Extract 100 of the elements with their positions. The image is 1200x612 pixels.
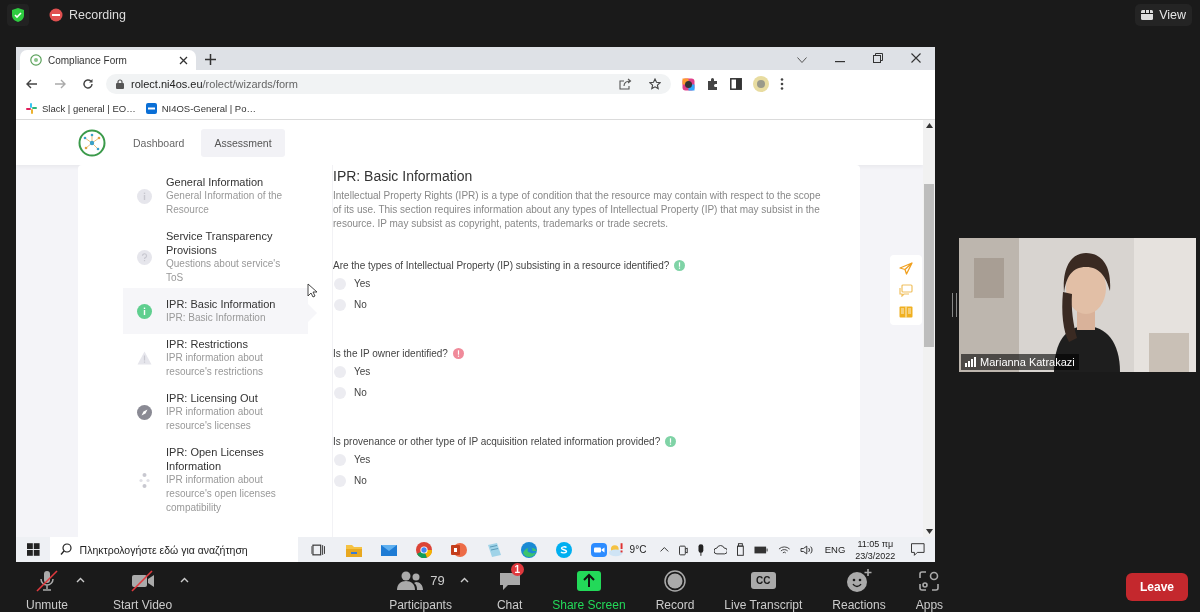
logo-icon[interactable] [78, 128, 106, 157]
info-icon [137, 188, 152, 204]
lock-icon [116, 79, 124, 89]
leave-button[interactable]: Leave [1125, 573, 1188, 601]
scroll-down-icon[interactable] [925, 529, 933, 534]
info-icon [137, 303, 152, 319]
video-app-icon[interactable] [590, 540, 609, 559]
chrome-icon[interactable] [415, 540, 434, 559]
notification-badge: 1 [510, 562, 525, 576]
view-button[interactable]: View [1135, 4, 1192, 26]
toolbar-button[interactable]: CC Live Transcript [718, 562, 809, 612]
weather-temperature[interactable]: 9°C [629, 544, 647, 555]
radio-label: No [354, 299, 367, 310]
task-view-icon[interactable] [310, 543, 326, 556]
question-text: Is provenance or other type of IP acquisition related information provided? [333, 435, 661, 447]
wizard-step[interactable]: IPR: Open Licenses Information IPR information about resource's open licenses compatibility [123, 439, 308, 521]
battery-icon[interactable] [754, 545, 768, 554]
minimize-icon[interactable] [835, 61, 845, 63]
chevron-down-icon[interactable] [797, 57, 807, 63]
language-indicator[interactable]: ENG [824, 544, 846, 555]
extension-icon[interactable] [682, 77, 695, 91]
nav-tab[interactable]: Dashboard [120, 128, 198, 157]
wizard-step[interactable]: IPR: Licensing Out IPR information about resource's licenses [123, 385, 308, 439]
side-panel-icon[interactable] [730, 78, 742, 90]
wizard-step[interactable]: Service Transparency Provisions Questions about service's ToS [123, 223, 308, 291]
caret-up-icon[interactable] [660, 547, 670, 552]
people-icon [396, 570, 425, 591]
toolbar-button[interactable]: Reactions [826, 562, 892, 612]
participant-name: Marianna Katrakazi [980, 356, 1075, 368]
usb-drive-icon[interactable] [737, 543, 744, 556]
bookmark[interactable]: NI4OS-General | Po… [145, 103, 256, 114]
back-icon[interactable] [26, 79, 38, 89]
browser-tab[interactable]: Compliance Form [20, 50, 196, 70]
step-subtitle: IPR: Basic Information [166, 311, 267, 325]
edge-icon[interactable] [520, 540, 539, 559]
wifi-icon[interactable] [777, 544, 791, 555]
cloud-icon[interactable] [713, 544, 728, 555]
scroll-up-icon[interactable] [925, 123, 933, 128]
scrollbar[interactable] [923, 120, 935, 537]
wizard-step[interactable]: General Information General Information of the Resource [123, 169, 308, 223]
weather-icon[interactable] [608, 542, 625, 557]
dots-icon [139, 472, 150, 488]
caret-icon[interactable] [180, 577, 190, 583]
participant-count: 79 [430, 573, 445, 588]
toolbar-button[interactable]: Record [649, 562, 701, 612]
profile-avatar-icon[interactable] [753, 76, 769, 92]
captions-icon: CC [751, 572, 776, 589]
slides-app-icon[interactable] [450, 540, 469, 559]
recording-label: Recording [69, 8, 126, 22]
clock-date[interactable]: 23/3/2022 [855, 549, 896, 562]
wizard-step[interactable]: IPR: Restrictions IPR information about resource's restrictions [123, 331, 308, 385]
favicon-icon [30, 54, 42, 66]
step-title: IPR: Restrictions [166, 337, 249, 351]
bookmark[interactable]: Slack | general | EO… [26, 103, 136, 114]
reload-icon[interactable] [82, 78, 94, 90]
question-icon [137, 249, 152, 265]
restore-icon[interactable] [873, 53, 883, 63]
url-text[interactable]: rolect.ni4os.eu/rolect/wizards/form [131, 78, 298, 90]
box-logo-icon [145, 103, 157, 114]
step-title: General Information [166, 175, 265, 189]
menu-icon[interactable] [780, 78, 784, 90]
video-off-icon [129, 569, 156, 592]
step-subtitle: Questions about service's ToS [166, 257, 282, 285]
mouse-pointer-icon [307, 283, 317, 298]
toolbar-button[interactable]: Share Screen [546, 562, 632, 612]
clock-time[interactable]: 11:05 πμ [857, 537, 894, 550]
recording-icon[interactable] [49, 8, 63, 22]
toolbar-button[interactable]: Apps [909, 562, 950, 612]
nav-tab[interactable]: Assessment [201, 128, 285, 157]
microphone-icon[interactable] [697, 543, 704, 556]
speaker-icon[interactable] [800, 544, 813, 555]
close-icon[interactable] [179, 55, 188, 65]
toolbar-button[interactable]: Unmute [20, 562, 75, 612]
apps-icon [918, 569, 941, 592]
resize-handle[interactable] [952, 293, 957, 317]
meet-now-icon[interactable] [679, 543, 688, 556]
step-subtitle: General Information of the Resource [166, 189, 284, 217]
view-grid-icon [1141, 10, 1154, 20]
share-icon[interactable] [619, 78, 632, 90]
step-title: Service Transparency Provisions [166, 229, 274, 257]
star-icon[interactable] [649, 78, 661, 90]
signal-icon [965, 357, 976, 367]
question-text: Are the types of Intellectual Property (IP) subsisting in a resource identified? [333, 259, 670, 271]
toolbar-button[interactable]: 79 Participants [383, 562, 458, 612]
radio-label: No [354, 475, 367, 486]
toolbar-button[interactable]: Start Video [107, 562, 179, 612]
caret-icon[interactable] [76, 577, 86, 583]
shield-icon[interactable] [7, 4, 29, 26]
new-tab-icon[interactable] [205, 54, 216, 65]
windows-start-icon[interactable] [27, 543, 40, 556]
caret-icon[interactable] [459, 577, 469, 583]
puzzle-icon[interactable] [706, 77, 719, 91]
step-subtitle: IPR information about resource's licenses [166, 405, 264, 433]
notifications-icon[interactable] [911, 543, 925, 556]
toolbar-button[interactable]: 1 Chat [490, 562, 529, 612]
smiley-icon [846, 568, 873, 593]
search-field[interactable]: Πληκτρολογήστε εδώ για αναζήτηση [49, 537, 298, 562]
address-bar[interactable]: rolect.ni4os.eu/rolect/wizards/form [106, 74, 671, 94]
question-text: Is the IP owner identified? [333, 347, 448, 359]
close-icon[interactable] [911, 53, 921, 63]
